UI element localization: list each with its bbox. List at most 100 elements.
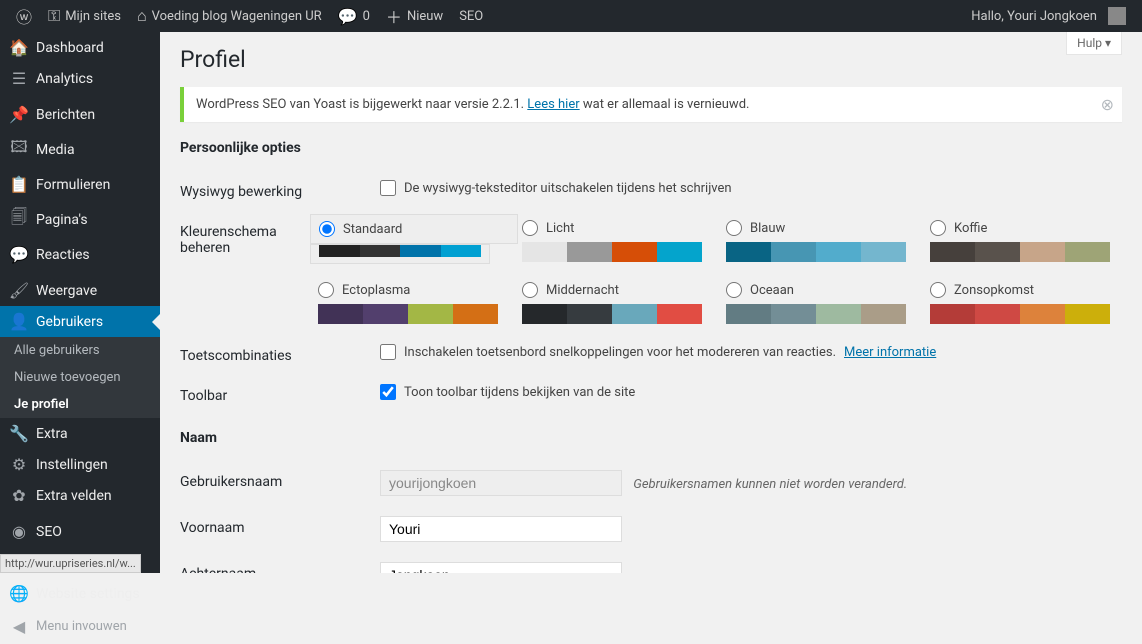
key-icon: ⚿ [48,6,60,26]
wrench-icon: 🔧 [10,424,28,443]
notice-link[interactable]: Lees hier [527,97,579,112]
color-swatches [522,242,702,262]
page-title: Profiel [180,46,1122,73]
nav-forms[interactable]: 📋Formulieren [0,169,160,200]
color-swatches [930,242,1110,262]
page-icon: 🗐 [10,206,28,233]
color-swatches [522,304,702,324]
firstname-input[interactable] [380,516,622,542]
color-schemes-grid: Standaard Licht Blauw Koffie Ectoplasma Midde… [318,220,1122,324]
analytics-icon: ☰ [10,69,28,88]
nav-users-all[interactable]: Alle gebruikers [0,337,160,364]
pin-icon: 📌 [10,105,28,124]
color-scheme-radio[interactable] [726,282,742,298]
username-label: Gebruikersnaam [180,470,380,490]
site-name[interactable]: ⌂ Voeding blog Wageningen UR [129,0,330,32]
comments-count: 0 [363,9,370,24]
color-scheme-option[interactable]: Ectoplasma [318,282,510,324]
color-scheme-radio[interactable] [522,220,538,236]
color-scheme-option[interactable]: Standaard [318,220,510,264]
color-swatches [318,304,498,324]
firstname-label: Voornaam [180,516,380,536]
color-scheme-radio[interactable] [726,220,742,236]
color-scheme-name: Middernacht [546,283,619,298]
color-scheme-radio[interactable] [318,282,334,298]
color-scheme-radio[interactable] [522,282,538,298]
greeting: Hallo, Youri Jongkoen [971,9,1097,24]
wysiwyg-checkbox[interactable] [380,180,396,196]
gauge-icon: 🏠 [10,38,28,57]
username-input [380,470,622,496]
avatar-icon [1108,7,1126,25]
shortcuts-checkbox-label: Inschakelen toetsenbord snelkoppelingen … [404,345,836,360]
lastname-input[interactable] [380,562,622,573]
media-icon: 🖾 [10,136,28,163]
color-scheme-radio[interactable] [930,220,946,236]
plus-icon: ＋ [386,4,402,28]
colorscheme-label: Kleurenschema beheren [180,220,318,256]
nav-comments[interactable]: 💬Reacties [0,239,160,270]
main-content: Profiel WordPress SEO van Yoast is bijge… [160,32,1142,573]
dismiss-notice-button[interactable]: ⊗ [1101,95,1114,114]
seo-label: SEO [459,9,483,24]
brush-icon: 🖌 [10,281,28,300]
personal-options-heading: Persoonlijke opties [180,140,1122,156]
wp-logo[interactable]: ⓦ [8,0,40,32]
toolbar-checkbox-label: Toon toolbar tijdens bekijken van de sit… [404,385,635,400]
color-scheme-radio[interactable] [930,282,946,298]
color-scheme-name: Standaard [343,222,402,237]
user-account[interactable]: Hallo, Youri Jongkoen [963,0,1134,32]
nav-users-profile[interactable]: Je profiel [0,391,160,418]
color-scheme-name: Oceaan [750,283,794,298]
globe-icon: 🌐 [10,584,28,603]
nav-tools[interactable]: 🔧Extra [0,418,160,449]
gear-icon: ✿ [10,486,28,505]
nav-settings[interactable]: ⚙Instellingen [0,449,160,480]
color-scheme-name: Zonsopkomst [954,283,1034,298]
nav-seo[interactable]: ◉SEO [0,516,160,547]
nav-pages[interactable]: 🗐Pagina's [0,200,160,239]
username-note: Gebruikersnamen kunnen niet worden veran… [633,477,907,492]
my-sites-label: Mijn sites [65,9,121,24]
color-swatches [726,304,906,324]
color-scheme-option[interactable]: Middernacht [522,282,714,324]
color-scheme-option[interactable]: Zonsopkomst [930,282,1122,324]
nav-media[interactable]: 🖾Media [0,130,160,169]
home-icon: ⌂ [137,6,147,26]
wysiwyg-checkbox-label: De wysiwyg-teksteditor uitschakelen tijd… [404,181,732,196]
nav-analytics[interactable]: ☰Analytics [0,63,160,94]
form-icon: 📋 [10,175,28,194]
nav-posts[interactable]: 📌Berichten [0,99,160,130]
sliders-icon: ⚙ [10,455,28,474]
color-scheme-name: Blauw [750,221,785,236]
notice-text-pre: WordPress SEO van Yoast is bijgewerkt na… [196,97,527,112]
chevron-left-icon: ◀ [10,617,28,636]
new-content[interactable]: ＋ Nieuw [378,0,451,32]
toolbar-checkbox[interactable] [380,384,396,400]
nav-appearance[interactable]: 🖌Weergave [0,275,160,306]
color-scheme-option[interactable]: Blauw [726,220,918,264]
update-notice: WordPress SEO van Yoast is bijgewerkt na… [180,87,1122,122]
color-scheme-radio[interactable] [319,221,335,237]
wysiwyg-label: Wysiwyg bewerking [180,180,380,200]
shortcuts-checkbox[interactable] [380,344,396,360]
color-scheme-option[interactable]: Oceaan [726,282,918,324]
nav-extra-fields[interactable]: ✿Extra velden [0,480,160,511]
collapse-menu[interactable]: ◀Menu invouwen [0,609,160,644]
nav-website-settings[interactable]: 🌐Website settings [0,578,160,609]
shortcuts-more-link[interactable]: Meer informatie [844,345,936,360]
shortcuts-label: Toetscombinaties [180,344,380,364]
color-scheme-option[interactable]: Licht [522,220,714,264]
nav-users[interactable]: 👤Gebruikers [0,306,160,337]
site-name-label: Voeding blog Wageningen UR [152,9,322,24]
my-sites[interactable]: ⚿ Mijn sites [40,0,129,32]
nav-users-new[interactable]: Nieuwe toevoegen [0,364,160,391]
seo-menu[interactable]: SEO [451,0,491,32]
color-scheme-option[interactable]: Koffie [930,220,1122,264]
nav-dashboard[interactable]: 🏠Dashboard [0,32,160,63]
status-bar-url: http://wur.upriseries.nl/w... [0,554,141,573]
comments-bubble[interactable]: 💬0 [330,0,378,32]
comment-icon: 💬 [338,7,358,26]
lastname-label: Achternaam [180,562,380,573]
new-label: Nieuw [407,9,443,24]
